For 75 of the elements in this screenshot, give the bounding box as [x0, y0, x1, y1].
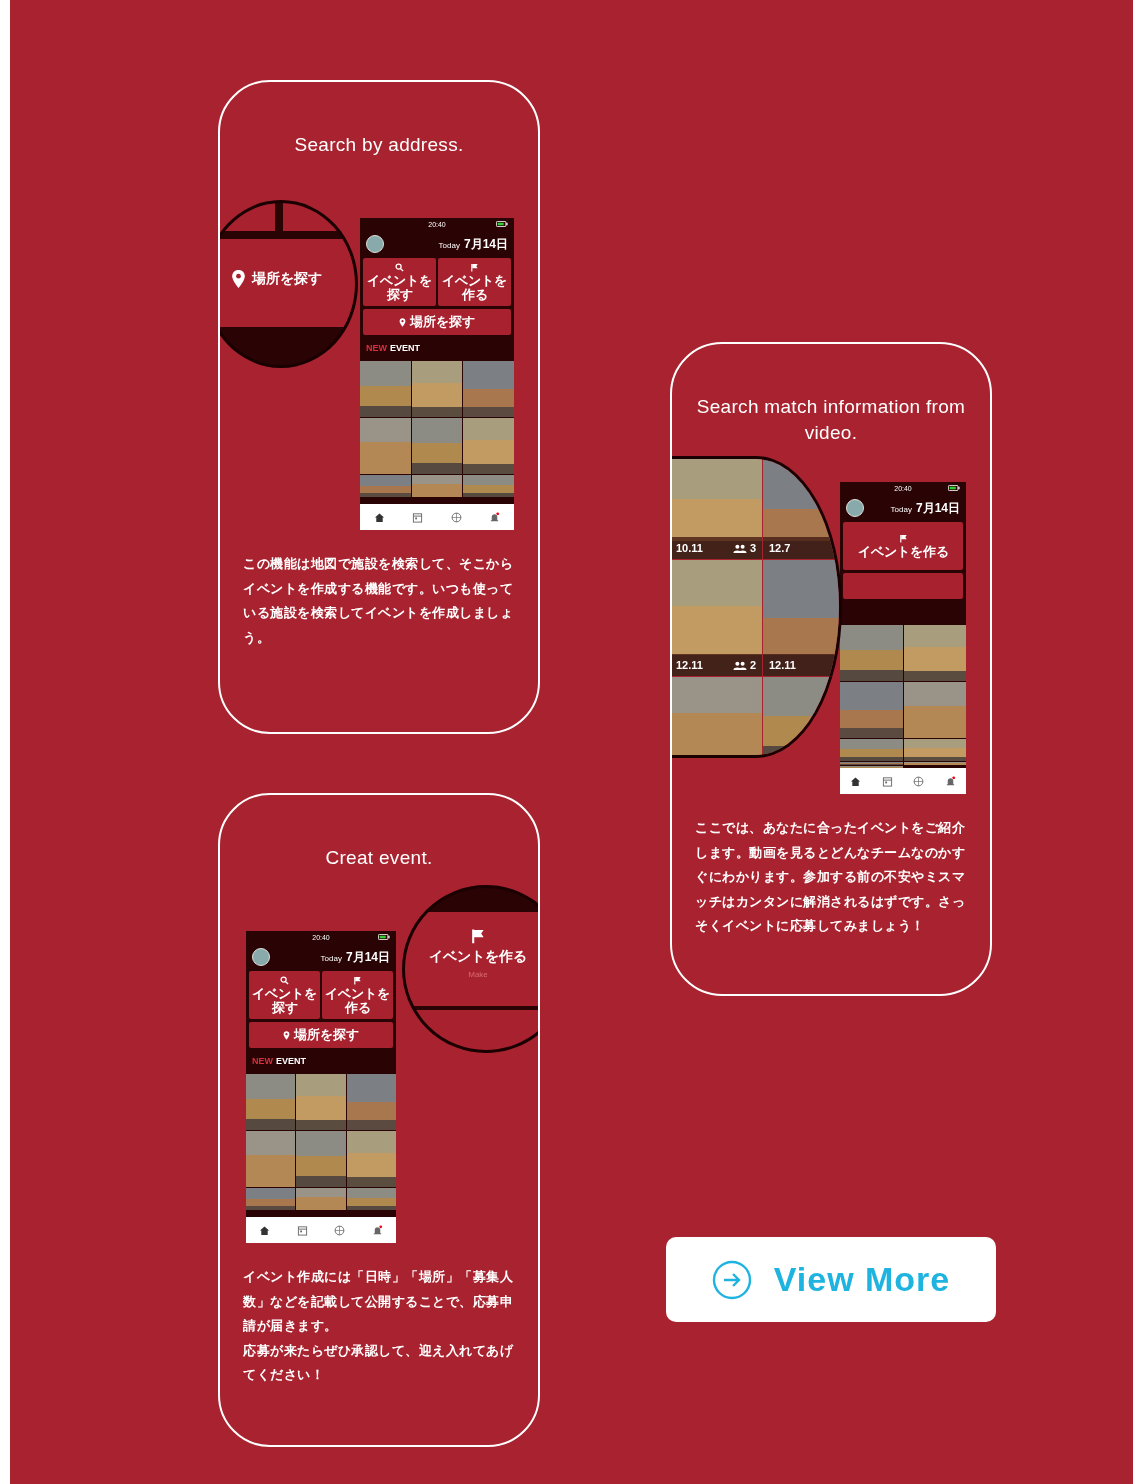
- home-icon[interactable]: [850, 775, 862, 787]
- zoomed-label: 場所を探す: [252, 270, 322, 288]
- pin-icon: [399, 317, 406, 327]
- photo-placeholder[interactable]: 10.11 3: [672, 459, 762, 559]
- pin-icon: [283, 1030, 290, 1040]
- home-icon[interactable]: [373, 511, 385, 523]
- card-title: Search match information from video.: [696, 395, 966, 445]
- member-count: 3: [749, 542, 756, 554]
- date-label: 7月14日: [463, 235, 508, 253]
- battery-icon: [378, 934, 390, 940]
- menu-button[interactable]: イベントを作る: [438, 258, 511, 306]
- section-title: EVENT: [390, 343, 420, 353]
- member-count: 2: [749, 659, 756, 671]
- section-title: EVENT: [276, 1056, 306, 1066]
- people-icon: [732, 660, 747, 670]
- calendar-icon[interactable]: [296, 1224, 308, 1236]
- flag-icon: [470, 262, 479, 272]
- section-title: NEW: [366, 343, 387, 353]
- calendar-icon[interactable]: [881, 775, 893, 787]
- date-label: 7月14日: [915, 499, 960, 517]
- photo-placeholder[interactable]: [296, 1074, 346, 1130]
- event-date: 12.7: [769, 542, 791, 554]
- event-date: 12.11: [676, 659, 703, 671]
- today-label: Today: [890, 504, 912, 514]
- arrow-circle-icon: [711, 1259, 752, 1300]
- ball-icon[interactable]: [913, 775, 925, 787]
- photo-placeholder[interactable]: [903, 625, 966, 681]
- search-icon: [280, 975, 289, 985]
- menu-button[interactable]: イベントを探す: [363, 258, 436, 306]
- date-label: 7月14日: [345, 948, 390, 966]
- zoomed-label: イベントを作る: [429, 948, 527, 966]
- photo-placeholder[interactable]: [411, 418, 463, 474]
- photo-placeholder[interactable]: [411, 475, 463, 497]
- photo-placeholder[interactable]: [840, 765, 903, 768]
- ball-icon[interactable]: [450, 511, 462, 523]
- avatar-icon[interactable]: [846, 499, 864, 517]
- avatar-icon[interactable]: [252, 948, 270, 966]
- home-icon[interactable]: [259, 1224, 271, 1236]
- section-title: NEW: [252, 1056, 273, 1066]
- flag-icon: [898, 533, 908, 543]
- avatar-icon[interactable]: [366, 235, 384, 253]
- photo-placeholder[interactable]: 12.11: [763, 560, 839, 676]
- bell-icon[interactable]: [371, 1224, 383, 1236]
- people-icon: [732, 543, 747, 553]
- ball-icon[interactable]: [334, 1224, 346, 1236]
- menu-button[interactable]: イベントを作る: [843, 522, 963, 570]
- photo-placeholder[interactable]: [346, 1131, 396, 1187]
- place-search-button[interactable]: 場所を探す: [363, 309, 511, 335]
- event-date: 10.11: [676, 542, 703, 554]
- flag-icon: [470, 928, 486, 944]
- battery-icon: [496, 221, 508, 227]
- menu-button[interactable]: イベントを探す: [249, 971, 320, 1019]
- card-title: Creat event.: [324, 846, 434, 870]
- search-icon: [395, 262, 404, 272]
- card-description: イベント作成には「日時」「場所」「募集人数」などを記載して公開することで、応募申請が届きます。: [243, 1268, 514, 1335]
- pin-icon: [231, 269, 246, 289]
- place-search-button[interactable]: 場所を探す: [249, 1022, 393, 1048]
- card-title: Search by address.: [293, 133, 465, 157]
- menu-button[interactable]: イベントを作る: [322, 971, 393, 1019]
- photo-placeholder[interactable]: [463, 418, 514, 474]
- flag-icon: [353, 975, 362, 985]
- bell-icon[interactable]: [944, 775, 956, 787]
- card-description: この機能は地図で施設を検索して、そこからイベントを作成する機能です。いつも使っている施設を検索してイベントを作成しましょう。: [243, 555, 514, 647]
- calendar-icon[interactable]: [412, 511, 424, 523]
- battery-icon: [948, 485, 960, 491]
- card-description: 応募が来たらぜひ承認して、迎え入れてあげてください！: [243, 1341, 515, 1384]
- photo-placeholder[interactable]: 12.11 2: [672, 560, 762, 676]
- event-date: 12.11: [769, 659, 796, 671]
- card-description: ここでは、あなたに合ったイベントをご紹介します。動画を見るとどんなチームなのかすぐにわかります。参加する前の不安やミスマッチはカンタンに解消されるはずです。さっそくイベントに応募してみましょう！: [695, 819, 966, 935]
- bell-icon[interactable]: [489, 511, 501, 523]
- zoomed-subtitle: Make: [468, 970, 488, 979]
- photo-placeholder[interactable]: [903, 739, 966, 761]
- today-label: Today: [320, 953, 342, 963]
- photo-placeholder[interactable]: [411, 361, 463, 417]
- today-label: Today: [438, 240, 460, 250]
